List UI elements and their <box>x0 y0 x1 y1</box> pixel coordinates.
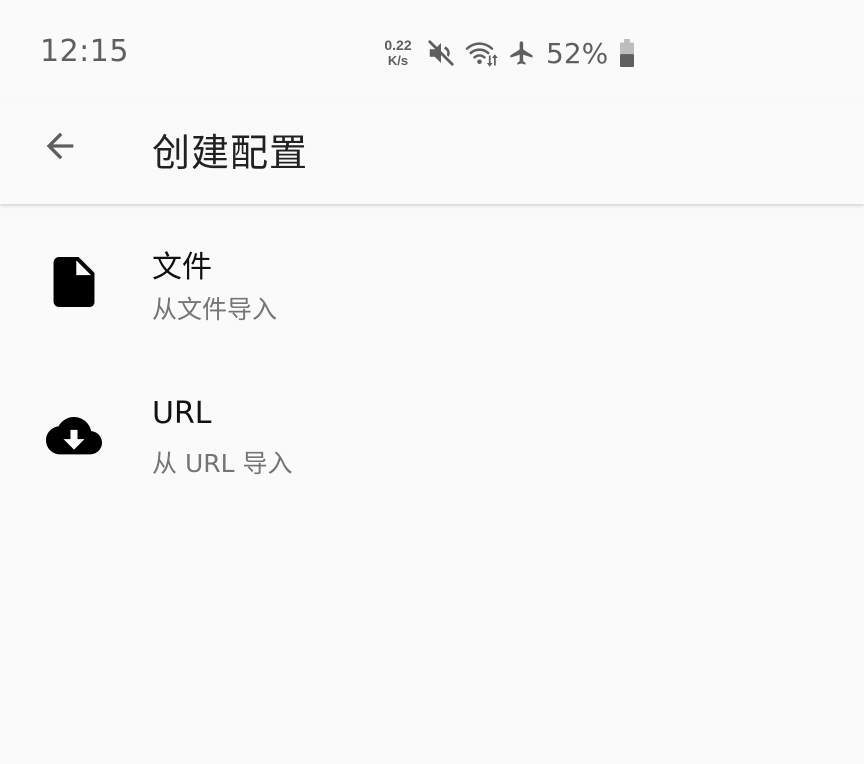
battery-percent: 52% <box>546 36 609 70</box>
option-file-title: 文件 <box>152 250 212 285</box>
network-speed-value: 0.22 <box>384 37 412 53</box>
option-file-subtitle: 从文件导入 <box>152 295 278 324</box>
arrow-left-icon <box>46 132 74 160</box>
option-url-icon-wrap <box>46 410 102 466</box>
option-list: 文件 从文件导入 URL 从 URL 导入 <box>0 206 864 514</box>
airplane-mode-icon <box>510 41 533 65</box>
status-icons: 0.22 K/s 52% <box>380 36 636 70</box>
file-icon <box>53 257 95 307</box>
app-bar: 创建配置 <box>0 100 864 204</box>
back-button[interactable] <box>30 120 90 172</box>
status-time: 12:15 <box>40 34 129 69</box>
option-url[interactable]: URL 从 URL 导入 <box>0 360 864 514</box>
network-speed: 0.22 K/s <box>380 37 416 69</box>
option-url-title: URL <box>152 396 212 431</box>
status-bar: 12:15 0.22 K/s 52% <box>0 0 864 100</box>
network-speed-unit: K/s <box>387 53 409 68</box>
option-url-subtitle: 从 URL 导入 <box>152 449 293 478</box>
wifi-icon <box>465 42 498 67</box>
battery-icon <box>620 39 635 67</box>
mute-icon <box>428 40 454 66</box>
page-title: 创建配置 <box>152 131 309 175</box>
option-file-icon-wrap <box>46 254 102 310</box>
cloud-download-icon <box>46 417 102 455</box>
screen: 12:15 0.22 K/s 52% 创建配置 文件 从文件导入 URL 从 U… <box>0 0 864 764</box>
option-file[interactable]: 文件 从文件导入 <box>0 206 864 360</box>
